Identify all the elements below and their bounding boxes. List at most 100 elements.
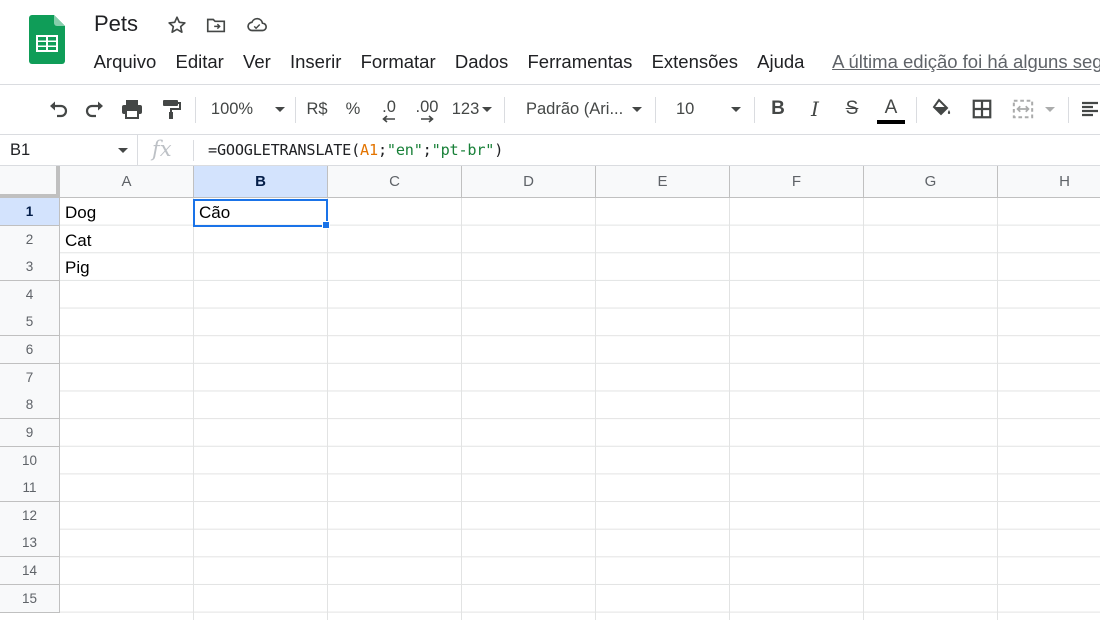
row-header-5[interactable]: 5 — [0, 308, 60, 336]
formula-cell-ref: A1 — [360, 141, 378, 159]
cell-area[interactable] — [60, 198, 1100, 620]
toolbar-separator — [195, 97, 196, 123]
row-header-12[interactable]: 12 — [0, 502, 60, 530]
sheets-logo-icon[interactable] — [29, 15, 65, 64]
row-header-7[interactable]: 7 — [0, 364, 60, 392]
row-header-8[interactable]: 8 — [0, 391, 60, 419]
borders-icon[interactable] — [968, 85, 996, 133]
percent-label: % — [345, 99, 361, 118]
menu-dados[interactable]: Dados — [445, 48, 518, 76]
text-color-label: A — [884, 96, 898, 118]
arrow-left-icon — [382, 115, 395, 123]
column-header-a[interactable]: A — [60, 166, 194, 198]
arrow-right-icon — [421, 115, 434, 123]
menu-ver[interactable]: Ver — [233, 48, 280, 76]
paint-format-icon[interactable] — [157, 85, 185, 133]
menu-extensoes[interactable]: Extensões — [642, 48, 748, 76]
name-box[interactable]: B1 — [0, 135, 138, 166]
more-formats-label: 123 — [451, 99, 480, 118]
zoom-select[interactable]: 100% — [207, 85, 289, 133]
italic-label: I — [811, 97, 819, 121]
redo-icon[interactable] — [81, 85, 109, 133]
cell-a1[interactable]: Dog — [60, 199, 193, 226]
menu-ferramentas[interactable]: Ferramentas — [518, 48, 642, 76]
formula-input[interactable]: =GOOGLETRANSLATE(A1;"en";"pt-br") — [208, 141, 503, 159]
row-header-14[interactable]: 14 — [0, 557, 60, 585]
toolbar-separator — [916, 97, 917, 123]
column-header-c[interactable]: C — [328, 166, 462, 198]
align-horizontal-icon[interactable] — [1080, 85, 1100, 133]
column-header-f[interactable]: F — [730, 166, 864, 198]
toolbar-separator — [754, 97, 755, 123]
merge-options-button[interactable] — [1042, 85, 1058, 133]
title-bar: Pets Arquivo Editar Ver Inserir Formatar… — [0, 0, 1100, 84]
zoom-value: 100% — [210, 99, 254, 118]
select-all-corner[interactable] — [0, 166, 60, 198]
row-header-11[interactable]: 11 — [0, 474, 60, 502]
menu-ajuda[interactable]: Ajuda — [748, 48, 815, 76]
decrease-decimals-label: .0 — [382, 98, 396, 116]
formula-bar: B1 fx =GOOGLETRANSLATE(A1;"en";"pt-br") — [0, 134, 1100, 166]
toolbar-separator — [655, 97, 656, 123]
currency-label: R$ — [306, 99, 328, 118]
chevron-down-icon — [1045, 106, 1055, 112]
row-header-6[interactable]: 6 — [0, 336, 60, 364]
print-icon[interactable] — [118, 85, 146, 133]
chevron-down-icon — [118, 148, 128, 153]
row-header-4[interactable]: 4 — [0, 281, 60, 309]
currency-format-button[interactable]: R$ — [304, 85, 330, 133]
percent-format-button[interactable]: % — [342, 85, 364, 133]
column-header-g[interactable]: G — [864, 166, 998, 198]
column-header-d[interactable]: D — [462, 166, 596, 198]
row-header-15[interactable]: 15 — [0, 585, 60, 613]
increase-decimals-button[interactable]: .00 — [412, 85, 442, 133]
menu-bar: Arquivo Editar Ver Inserir Formatar Dado… — [84, 48, 1100, 76]
more-formats-button[interactable]: 123 — [450, 85, 494, 133]
last-edit-link[interactable]: A última edição foi há alguns segundos — [814, 48, 1100, 76]
menu-arquivo[interactable]: Arquivo — [84, 48, 166, 76]
menu-inserir[interactable]: Inserir — [280, 48, 351, 76]
column-header-h[interactable]: H — [998, 166, 1100, 198]
menu-editar[interactable]: Editar — [166, 48, 234, 76]
active-cell-selection — [193, 199, 328, 227]
merge-cells-icon[interactable] — [1008, 85, 1038, 133]
italic-button[interactable]: I — [802, 85, 828, 133]
row-header-10[interactable]: 10 — [0, 447, 60, 475]
move-to-folder-icon[interactable] — [204, 13, 228, 37]
strikethrough-label: S — [845, 98, 859, 119]
font-size-value: 10 — [676, 99, 695, 118]
decrease-decimals-button[interactable]: .0 — [374, 85, 404, 133]
row-header-1[interactable]: 1 — [0, 198, 60, 226]
cell-a2[interactable]: Cat — [60, 227, 193, 254]
row-header-2[interactable]: 2 — [0, 226, 60, 254]
text-color-button[interactable]: A — [876, 85, 906, 133]
text-color-swatch — [877, 119, 905, 124]
fx-icon: fx — [152, 137, 172, 161]
name-box-value: B1 — [10, 141, 31, 159]
star-icon[interactable] — [165, 13, 189, 37]
undo-icon[interactable] — [44, 85, 72, 133]
formula-function: =GOOGLETRANSLATE( — [208, 141, 361, 159]
column-header-b[interactable]: B — [194, 166, 328, 198]
chevron-down-icon — [731, 106, 741, 112]
chevron-down-icon — [632, 106, 642, 112]
fill-handle[interactable] — [322, 221, 330, 229]
chevron-down-icon — [275, 106, 286, 112]
cloud-saved-icon[interactable] — [245, 13, 269, 37]
document-title[interactable]: Pets — [94, 11, 138, 37]
fill-color-icon[interactable] — [928, 85, 956, 133]
menu-formatar[interactable]: Formatar — [351, 48, 445, 76]
strikethrough-button[interactable]: S — [839, 85, 865, 133]
font-family-select[interactable]: Padrão (Ari... — [516, 85, 646, 133]
bold-button[interactable]: B — [765, 85, 791, 133]
font-size-select[interactable]: 10 — [665, 85, 745, 133]
row-header-13[interactable]: 13 — [0, 529, 60, 557]
row-header-9[interactable]: 9 — [0, 419, 60, 447]
bold-label: B — [771, 98, 785, 119]
cell-a3[interactable]: Pig — [60, 254, 193, 281]
chevron-down-icon — [482, 106, 493, 112]
formula-source-lang: "en" — [386, 141, 423, 159]
column-header-e[interactable]: E — [596, 166, 730, 198]
formula-separator — [193, 140, 194, 161]
row-header-3[interactable]: 3 — [0, 253, 60, 281]
